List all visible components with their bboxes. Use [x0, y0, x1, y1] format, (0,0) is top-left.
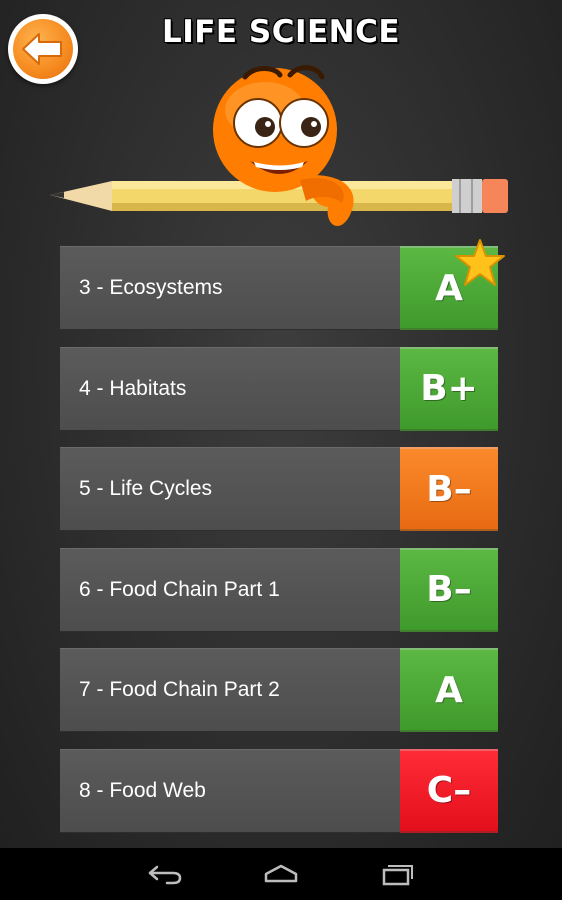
lesson-label: 6 - Food Chain Part 1 [60, 547, 400, 632]
system-nav-bar [0, 848, 562, 900]
grade-badge: B– [400, 547, 498, 632]
back-nav-icon [148, 865, 182, 885]
nav-home-button[interactable] [259, 859, 303, 889]
lesson-row[interactable]: 5 - Life Cycles B– [60, 447, 498, 531]
lesson-row[interactable]: 8 - Food Web C– [60, 748, 498, 833]
lesson-label: 8 - Food Web [60, 748, 400, 833]
lesson-row[interactable]: 7 - Food Chain Part 2 A [60, 648, 498, 732]
grade-badge: C– [400, 748, 498, 833]
lesson-label: 5 - Life Cycles [60, 447, 400, 531]
lesson-row[interactable]: 6 - Food Chain Part 1 B– [60, 547, 498, 632]
lesson-label: 3 - Ecosystems [60, 246, 400, 330]
lesson-label: 7 - Food Chain Part 2 [60, 648, 400, 732]
nav-back-button[interactable] [143, 859, 187, 889]
lesson-label: 4 - Habitats [60, 346, 400, 431]
recents-nav-icon [382, 865, 413, 886]
home-nav-icon [264, 864, 298, 883]
grade-badge: A [400, 648, 498, 732]
grade-badge: B+ [400, 346, 498, 431]
lesson-list: 3 - Ecosystems A 4 - Habitats B+ 5 - Lif… [60, 239, 505, 849]
grade-badge: B– [400, 447, 498, 531]
star-icon [455, 239, 505, 286]
mascot-pencil-illustration [50, 65, 508, 227]
lesson-row[interactable]: 3 - Ecosystems A [60, 239, 505, 330]
nav-recents-button[interactable] [375, 859, 419, 889]
lesson-row[interactable]: 4 - Habitats B+ [60, 346, 498, 431]
page-title: LIFE SCIENCE [161, 14, 401, 50]
